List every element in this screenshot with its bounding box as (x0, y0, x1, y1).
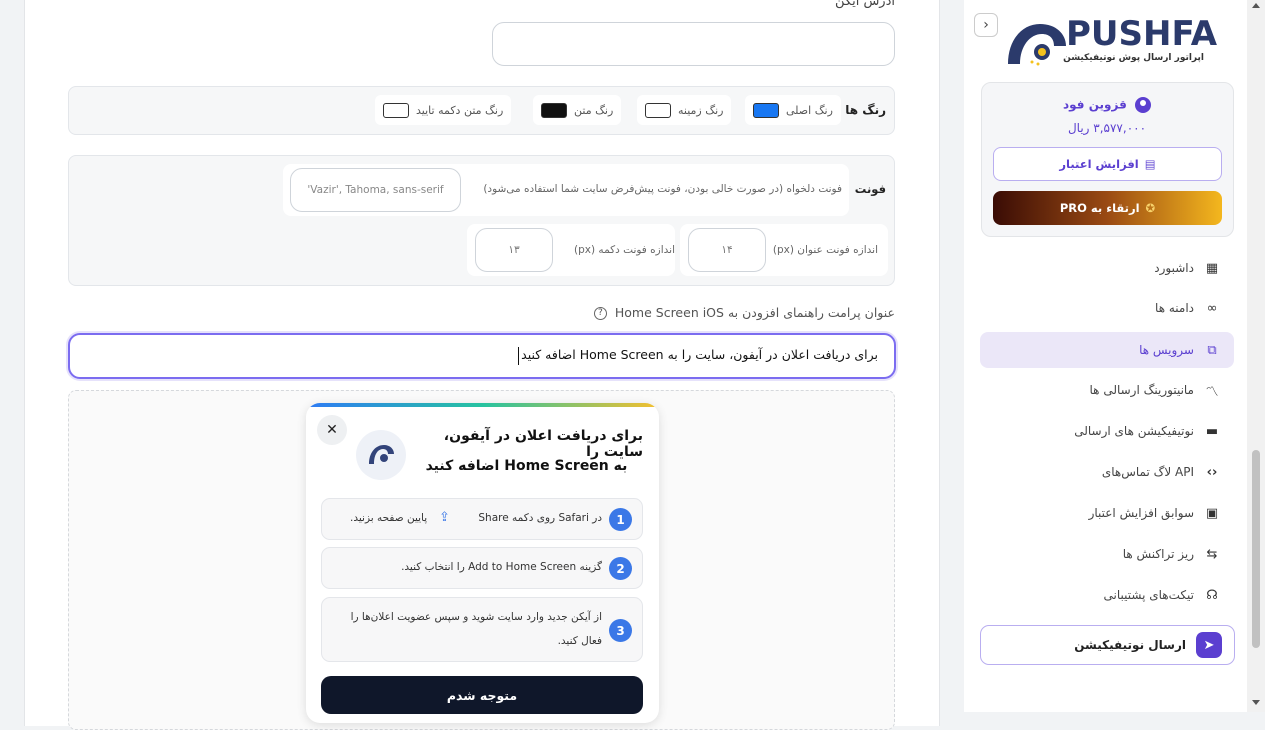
text-color-swatch (541, 102, 567, 118)
user-avatar-icon (1135, 97, 1151, 113)
scroll-thumb[interactable] (1252, 450, 1260, 648)
help-circle-icon[interactable]: ? (593, 307, 607, 320)
sidebar-item-label: نوتیفیکیشن های ارسالی (1074, 424, 1194, 438)
font-title: فونت (854, 182, 886, 196)
icon-address-input[interactable] (492, 22, 895, 66)
transactions-icon: ⇆ (1206, 546, 1218, 562)
chart-line-icon: 〽 (1205, 384, 1219, 400)
custom-font-label: فونت دلخواه (در صورت خالی بودن، فونت پیش… (483, 183, 842, 195)
background-color-label: رنگ زمینه (678, 103, 724, 117)
step-1-text-a: در Safari روی دکمه Share (478, 512, 602, 524)
sidebar-item-label: تیکت‌های پشتیبانی (1103, 588, 1194, 602)
add-credit-label: افزایش اعتبار (1059, 157, 1139, 171)
button-font-size-input[interactable]: ۱۳ (475, 228, 553, 272)
sidebar-item-dashboard[interactable]: ▦ داشبورد (980, 250, 1234, 286)
primary-color-swatch (753, 102, 779, 118)
send-notification-button[interactable]: ➤ ارسال نوتیفیکیشن (980, 625, 1235, 665)
icon-address-label: آدرس آیکن (835, 0, 895, 9)
upgrade-label: ارتقاء به PRO (1059, 201, 1140, 215)
sidebar-item-domains[interactable]: ∞ دامنه ها (980, 290, 1234, 326)
page-scrollbar[interactable] (1247, 0, 1265, 712)
link-icon: ∞ (1206, 300, 1218, 316)
modal-close-button[interactable]: ✕ (317, 415, 347, 445)
confirm-text-color-picker[interactable]: رنگ متن دکمه تایید (375, 95, 512, 125)
scroll-up-arrow-icon[interactable] (1252, 3, 1260, 8)
user-name: قزوین فود (1063, 97, 1127, 112)
sidebar-item-label: لاگ تماس‌های API (1101, 465, 1194, 479)
title-font-size-input[interactable]: ۱۴ (688, 228, 766, 272)
wallet-icon: ▤ (1144, 157, 1156, 171)
sidebar-item-api-logs[interactable]: ‹› لاگ تماس‌های API (980, 454, 1234, 490)
prompt-title-input-value: برای دریافت اعلان در آیفون، سایت را به H… (521, 347, 878, 362)
services-icon: ⧉ (1207, 342, 1217, 358)
title-font-size-label: اندازه فونت عنوان (px) (772, 244, 878, 256)
modal-title-line2: به Home Screen اضافه کنید (425, 458, 628, 474)
step-1: 1 در Safari روی دکمه Share ⇪ پایین صفحه … (321, 498, 643, 540)
confirm-text-color-swatch (383, 102, 409, 118)
step-3: 3 از آیکن جدید وارد سایت شوید و سپس عضوی… (321, 597, 643, 662)
sidebar-item-credit-history[interactable]: ▣ سوابق افزایش اعتبار (980, 495, 1234, 531)
sidebar-item-label: سرویس ها (1139, 343, 1194, 357)
scroll-down-arrow-icon[interactable] (1252, 700, 1260, 705)
send-notification-label: ارسال نوتیفیکیشن (1074, 638, 1186, 652)
app-icon (356, 430, 406, 480)
pushfa-brand-logo-icon (1008, 24, 1066, 66)
share-icon: ⇪ (439, 510, 450, 525)
step-2-number: 2 (609, 557, 632, 580)
step-1-number: 1 (609, 508, 632, 531)
upgrade-pro-button[interactable]: ✪ ارتقاء به PRO (993, 191, 1222, 225)
user-row: قزوین فود (1040, 97, 1174, 113)
step-3-text-line2: فعال کنید. (557, 635, 602, 647)
code-icon: ‹› (1206, 464, 1218, 480)
dashboard-icon: ▦ (1205, 260, 1219, 276)
brand-name: PUSHFA (1066, 14, 1218, 54)
gradient-top-bar (306, 403, 659, 407)
confirm-button[interactable]: متوجه شدم (321, 676, 643, 714)
text-color-picker[interactable]: رنگ متن (533, 95, 622, 125)
balance: ۳,۵۷۷,۰۰۰ ریال (1067, 121, 1147, 135)
pushfa-logo-icon (369, 445, 394, 464)
sidebar-item-monitoring[interactable]: 〽 مانیتورینگ ارسالی ها (980, 372, 1234, 408)
prompt-title-label: عنوان پرامت راهنمای افزودن به Home Scree… (593, 305, 895, 320)
modal-title-line1: برای دریافت اعلان در آیفون، سایت را (443, 428, 643, 460)
background-color-swatch (645, 102, 671, 118)
sidebar-item-transactions[interactable]: ⇆ ریز تراکنش ها (980, 536, 1234, 572)
step-1-text-b: پایین صفحه بزنید. (350, 512, 428, 524)
send-icon: ➤ (1196, 632, 1222, 658)
sidebar-item-support-tickets[interactable]: ☊ تیکت‌های پشتیبانی (980, 577, 1234, 613)
primary-color-label: رنگ اصلی (786, 103, 833, 117)
headset-icon: ☊ (1206, 587, 1218, 603)
sidebar-item-label: دامنه ها (1155, 301, 1194, 315)
sidebar-item-sent-notifications[interactable]: ▬ نوتیفیکیشن های ارسالی (980, 413, 1234, 449)
step-2-text: گزینه Add to Home Screen را انتخاب کنید. (401, 561, 602, 573)
collapse-sidebar-button[interactable]: › (974, 13, 998, 37)
text-caret (518, 347, 519, 365)
custom-font-input[interactable]: 'Vazir', Tahoma, sans-serif (290, 168, 461, 212)
sidebar-item-label: سوابق افزایش اعتبار (1088, 506, 1194, 520)
primary-color-picker[interactable]: رنگ اصلی (745, 95, 841, 125)
button-font-size-label: اندازه فونت دکمه (px) (574, 244, 675, 256)
award-icon: ✪ (1145, 201, 1156, 215)
step-2: 2 گزینه Add to Home Screen را انتخاب کنی… (321, 547, 643, 589)
text-color-label: رنگ متن (574, 103, 614, 117)
step-3-number: 3 (609, 619, 632, 642)
brand-tagline: اپراتور ارسال پوش نوتیفیکیشن (1063, 53, 1204, 63)
sidebar-item-label: داشبورد (1154, 261, 1194, 275)
sidebar-item-label: مانیتورینگ ارسالی ها (1089, 383, 1194, 397)
sidebar-item-label: ریز تراکنش ها (1122, 547, 1194, 561)
sidebar-item-services[interactable]: ⧉ سرویس ها (980, 332, 1234, 368)
background-color-picker[interactable]: رنگ زمینه (637, 95, 732, 125)
step-3-text-line1: از آیکن جدید وارد سایت شوید و سپس عضویت … (350, 611, 602, 623)
confirm-text-color-label: رنگ متن دکمه تایید (416, 103, 504, 117)
money-icon: ▣ (1205, 505, 1219, 521)
add-credit-button[interactable]: ▤ افزایش اعتبار (993, 147, 1222, 181)
prompt-title-input[interactable]: برای دریافت اعلان در آیفون، سایت را به H… (68, 333, 896, 379)
prompt-title-label-text: عنوان پرامت راهنمای افزودن به Home Scree… (614, 305, 895, 320)
colors-title: رنگ ها (845, 103, 886, 117)
inbox-icon: ▬ (1205, 423, 1219, 439)
